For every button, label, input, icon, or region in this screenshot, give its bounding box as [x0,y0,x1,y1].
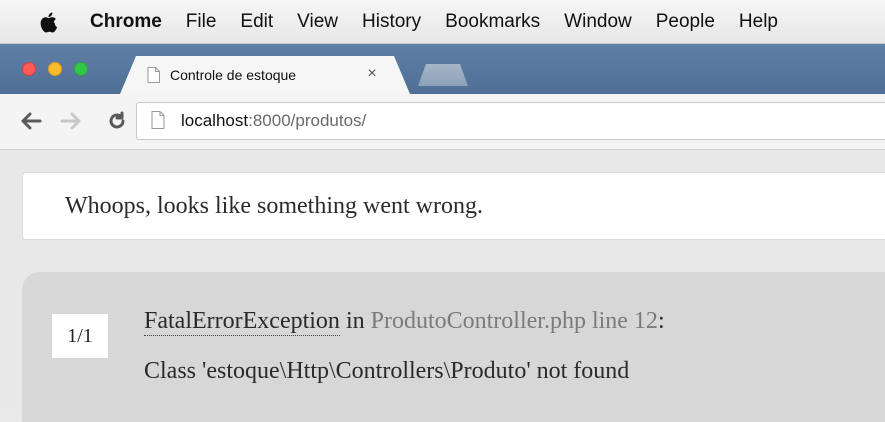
exception-file-line: ProdutoController.php line 12 [370,308,658,334]
url-text[interactable]: localhost:8000/produtos/ [181,111,366,131]
browser-toolbar: localhost:8000/produtos/ [0,94,885,150]
tab-title: Controle de estoque [170,67,297,83]
menu-file[interactable]: File [186,11,217,33]
exception-in-text: in [339,308,371,334]
tab-close-icon[interactable]: × [364,65,380,83]
browser-tab-strip: Controle de estoque × [0,44,885,94]
window-close-button[interactable] [22,62,36,76]
menu-history[interactable]: History [362,11,421,33]
menu-help[interactable]: Help [739,11,778,33]
page-icon [146,66,160,84]
window-zoom-button[interactable] [74,62,88,76]
url-path: :8000/produtos/ [248,111,367,130]
page-content: Whoops, looks like something went wrong.… [0,150,885,422]
error-count-badge: 1/1 [52,314,108,358]
exception-message: Class 'estoque\Http\Controllers\Produto'… [144,358,630,384]
reload-icon [109,111,125,129]
url-host: localhost [181,111,249,130]
window-minimize-button[interactable] [48,62,62,76]
menu-view[interactable]: View [297,11,338,33]
forward-button[interactable] [58,108,84,134]
menu-window[interactable]: Window [564,11,632,33]
menu-app-chrome[interactable]: Chrome [90,11,162,33]
error-panel: 1/1 FatalErrorException in ProdutoContro… [22,272,885,422]
menu-edit[interactable]: Edit [240,11,273,33]
new-tab-button[interactable] [418,64,468,86]
exception-name[interactable]: FatalErrorException [144,308,340,336]
exception-colon: : [657,308,665,334]
apple-logo-icon[interactable] [36,10,60,34]
active-tab[interactable]: Controle de estoque × [120,56,410,94]
reload-button[interactable] [104,108,130,134]
address-bar[interactable]: localhost:8000/produtos/ [136,102,885,140]
whoops-header: Whoops, looks like something went wrong. [22,172,885,240]
page-icon [151,111,167,131]
arrow-right-icon [60,112,81,130]
menu-people[interactable]: People [656,11,715,33]
back-button[interactable] [18,108,44,134]
arrow-left-icon [21,112,42,130]
page-title: Whoops, looks like something went wrong. [65,192,483,219]
menu-bookmarks[interactable]: Bookmarks [445,11,540,33]
exception-heading: FatalErrorException in ProdutoController… [144,308,665,336]
macos-menu-bar: Chrome File Edit View History Bookmarks … [0,0,885,44]
